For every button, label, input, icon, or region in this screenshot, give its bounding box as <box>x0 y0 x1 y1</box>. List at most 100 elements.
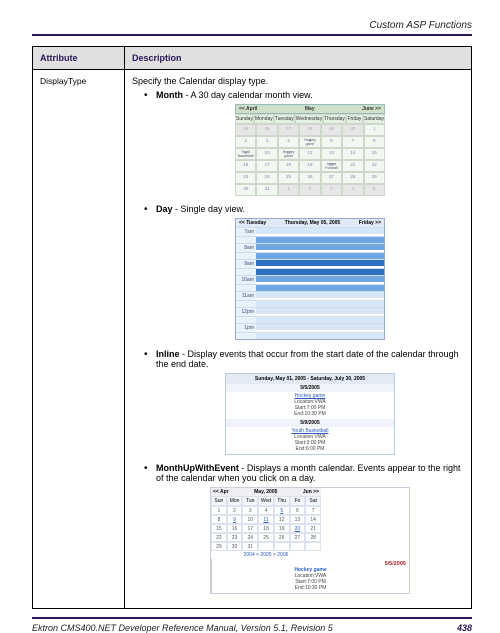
mue-title: May, 2005 <box>254 489 277 495</box>
time-slot <box>256 316 384 323</box>
calendar-cell: 28 <box>305 533 321 542</box>
inline-group: 5/5/2005Hockey gameLocation:VWAStart:7:0… <box>226 384 394 419</box>
calendar-cell: 4 <box>258 506 274 515</box>
col-attribute: Attribute <box>33 47 125 70</box>
calendar-cell: 17 <box>242 524 258 533</box>
calendar-cell: 24 <box>242 533 258 542</box>
calendar-cell: 30 <box>342 124 363 136</box>
time-slot <box>256 243 384 250</box>
dow-cell: Sun <box>211 496 227 506</box>
day-row: 10am <box>236 275 384 284</box>
day-row <box>236 332 384 339</box>
calendar-cell: 13 <box>321 148 342 160</box>
calendar-cell: 26 <box>274 533 290 542</box>
calendar-cell: 18 <box>258 524 274 533</box>
attribute-table: Attribute Description DisplayType Specif… <box>32 46 472 609</box>
nav-prev: << Apr <box>213 489 229 495</box>
time-slot <box>256 300 384 307</box>
calendar-cell: 20 <box>290 524 306 533</box>
calendar-cell: 5 <box>274 506 290 515</box>
time-slot <box>256 259 384 266</box>
calendar-cell: 4 <box>278 136 299 148</box>
day-row: 7am <box>236 227 384 236</box>
calendar-cell: 30 <box>227 542 243 551</box>
page: Custom ASP Functions Attribute Descripti… <box>0 0 500 633</box>
calendar-cell: 10 <box>256 148 277 160</box>
dow-cell: Tuesday <box>274 114 295 124</box>
calendar-cell: 9 <box>227 515 243 524</box>
time-slot <box>256 332 384 339</box>
nav-next: Jun >> <box>303 489 319 495</box>
time-slot <box>256 323 384 330</box>
option-month: Month - A 30 day calendar month view. <<… <box>144 90 464 196</box>
calendar-cell: 8 <box>364 136 385 148</box>
calendar-cell: 23 <box>235 172 256 184</box>
dow-cell: Wed <box>258 496 274 506</box>
calendar-cell <box>305 542 321 551</box>
calendar-cell: 6 <box>290 506 306 515</box>
calendar-cell: 11Hockey game <box>278 148 299 160</box>
dow-cell: Fri <box>290 496 306 506</box>
option-inline: Inline - Display events that occur from … <box>144 349 464 455</box>
calendar-cell: 14 <box>342 148 363 160</box>
calendar-cell: 20Arena Football <box>321 160 342 172</box>
calendar-cell: 19 <box>274 524 290 533</box>
inline-event: Hockey gameLocation:VWAStart:7:00 PMEnd:… <box>226 392 394 419</box>
month-title: May <box>305 106 315 112</box>
attr-name: DisplayType <box>33 70 125 609</box>
option-desc: - Display events that occur from the sta… <box>156 349 459 369</box>
option-label: Month <box>156 90 183 100</box>
inline-list-thumb: Sunday, May 01, 2005 - Saturday, July 30… <box>225 373 395 455</box>
time-slot <box>256 275 384 282</box>
calendar-cell: 2 <box>227 506 243 515</box>
time-cell: 7am <box>236 227 256 236</box>
inline-event: Youth BasketballLocation:VWAStart:3:00 P… <box>226 427 394 454</box>
calendar-cell <box>274 542 290 551</box>
inline-range: Sunday, May 01, 2005 - Saturday, July 30… <box>226 374 394 384</box>
calendar-cell: 24 <box>256 172 277 184</box>
option-monthupwithevent: MonthUpWithEvent - Displays a month cale… <box>144 463 464 594</box>
day-row: 8am <box>236 243 384 252</box>
calendar-cell: 26 <box>256 124 277 136</box>
calendar-cell: 3 <box>321 184 342 196</box>
calendar-cell: 8 <box>211 515 227 524</box>
calendar-cell: 17 <box>256 160 277 172</box>
time-cell <box>236 268 256 275</box>
calendar-cell: 29 <box>321 124 342 136</box>
option-desc: - A 30 day calendar month view. <box>183 90 313 100</box>
calendar-cell: 28 <box>342 172 363 184</box>
calendar-cell: 2 <box>299 184 320 196</box>
calendar-cell: 26 <box>299 172 320 184</box>
time-cell: 12pm <box>236 307 256 316</box>
time-cell: 10am <box>236 275 256 284</box>
option-label: MonthUpWithEvent <box>156 463 239 473</box>
calendar-cell: 25 <box>278 172 299 184</box>
calendar-cell: 1 <box>211 506 227 515</box>
footer-text: Ektron CMS400.NET Developer Reference Ma… <box>32 623 333 633</box>
calendar-cell <box>290 542 306 551</box>
event-end: End:10:30 PM <box>215 585 406 591</box>
day-row <box>236 300 384 307</box>
calendar-cell <box>258 542 274 551</box>
calendar-cell: 1 <box>278 184 299 196</box>
time-slot <box>256 284 384 291</box>
calendar-cell: 25 <box>258 533 274 542</box>
calendar-cell: 29 <box>364 172 385 184</box>
day-row <box>236 316 384 323</box>
section-title: Custom ASP Functions <box>32 20 472 31</box>
calendar-cell: 5Hockey game <box>299 136 320 148</box>
calendar-cell: 31 <box>242 542 258 551</box>
footer-rule <box>32 617 472 619</box>
month-calendar-thumb: << April May June >> SundayMondayTuesday… <box>235 104 385 196</box>
calendar-cell: 18 <box>278 160 299 172</box>
calendar-cell: 6 <box>321 136 342 148</box>
day-row <box>236 268 384 275</box>
time-slot <box>256 307 384 314</box>
time-cell: 11am <box>236 291 256 300</box>
dow-cell: Sat <box>305 496 321 506</box>
calendar-cell: 1 <box>364 124 385 136</box>
day-row: 11am <box>236 291 384 300</box>
day-title: Thursday, May 05, 2005 <box>285 220 341 226</box>
time-cell <box>236 252 256 259</box>
day-row <box>236 284 384 291</box>
